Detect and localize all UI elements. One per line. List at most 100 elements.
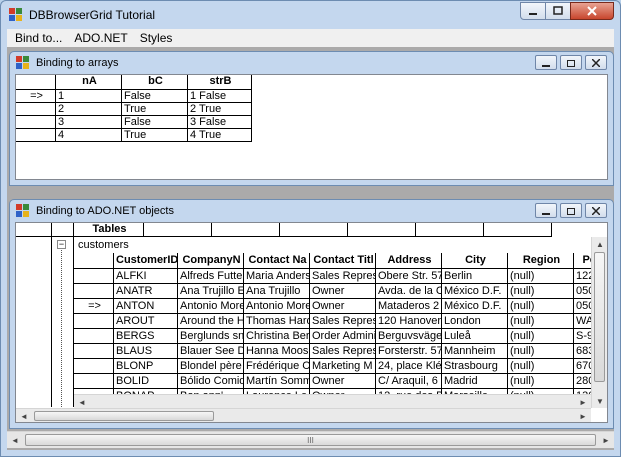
customers-cell[interactable]: BERGS [114, 329, 178, 344]
maximize-button[interactable] [545, 2, 571, 20]
ado-grid[interactable]: Tables − customers CustomerID CompanyN Con… [15, 222, 608, 423]
ado-restore-button[interactable] [560, 203, 582, 218]
customers-col-header[interactable]: Address [376, 253, 442, 269]
customers-cell[interactable]: London [442, 314, 508, 329]
ado-close-button[interactable] [585, 203, 607, 218]
customers-cell[interactable]: Obere Str. 57 [376, 269, 442, 284]
customers-cell[interactable]: Hanna Moos [244, 344, 310, 359]
customers-cell[interactable]: Blondel père [178, 359, 244, 374]
customers-cell[interactable]: Owner [310, 284, 376, 299]
customers-cell[interactable]: Blauer See D [178, 344, 244, 359]
arrays-cell[interactable]: 4 [56, 129, 122, 142]
customers-cell[interactable]: México D.F. [442, 299, 508, 314]
customers-cell[interactable]: ALFKI [114, 269, 178, 284]
mdi-scroll-thumb[interactable]: III [25, 434, 596, 446]
customers-cell[interactable]: AROUT [114, 314, 178, 329]
arrays-cell[interactable]: False [122, 116, 188, 129]
mdi-horizontal-scrollbar[interactable]: ◄ III ► [7, 431, 614, 448]
customers-cell[interactable]: (null) [508, 359, 574, 374]
menu-ado-net[interactable]: ADO.NET [68, 31, 133, 45]
customers-cell[interactable]: Bólido Comid [178, 374, 244, 389]
ado-tables-header[interactable]: Tables [74, 223, 144, 237]
customers-cell[interactable]: Berguvsväge [376, 329, 442, 344]
customers-cell[interactable]: Maria Anders [244, 269, 310, 284]
ado-inner-horizontal-scrollbar[interactable]: ◄ ► [74, 394, 591, 408]
customers-cell[interactable]: Mataderos 2 [376, 299, 442, 314]
customers-row-selector[interactable] [74, 329, 114, 344]
customers-cell[interactable]: Sales Repres [310, 344, 376, 359]
customers-cell[interactable]: Antonio More [244, 299, 310, 314]
customers-cell[interactable]: Alfreds Futter [178, 269, 244, 284]
customers-cell[interactable]: ANATR [114, 284, 178, 299]
customers-row-selector[interactable] [74, 344, 114, 359]
main-titlebar[interactable]: DBBrowserGrid Tutorial [1, 1, 620, 29]
customers-cell[interactable]: (null) [508, 284, 574, 299]
customers-cell[interactable]: BLAUS [114, 344, 178, 359]
vertical-scroll-thumb[interactable] [594, 252, 605, 382]
arrays-cell[interactable]: True [122, 103, 188, 116]
ado-vertical-scrollbar[interactable]: ▲ ▼ [591, 237, 607, 408]
scroll-right-icon[interactable]: ► [575, 395, 591, 409]
customers-cell[interactable]: Mannheim [442, 344, 508, 359]
customers-col-header[interactable]: Region [508, 253, 574, 269]
arrays-cell[interactable]: 1 [56, 90, 122, 103]
arrays-cell[interactable]: 3 False [188, 116, 252, 129]
arrays-col-header-bC[interactable]: bC [122, 75, 188, 90]
arrays-restore-button[interactable] [560, 55, 582, 70]
scroll-right-icon[interactable]: ► [575, 409, 591, 422]
close-button[interactable] [570, 2, 614, 20]
customers-row-selector[interactable] [74, 284, 114, 299]
arrays-col-header-strB[interactable]: strB [188, 75, 252, 90]
customers-cell[interactable]: Frédérique Ci [244, 359, 310, 374]
arrays-cell[interactable]: 2 [56, 103, 122, 116]
customers-cell[interactable]: Martín Somm [244, 374, 310, 389]
customers-cell[interactable]: Sales Repres [310, 269, 376, 284]
customers-cell[interactable]: Berglunds sn [178, 329, 244, 344]
arrays-minimize-button[interactable] [535, 55, 557, 70]
customers-col-header[interactable]: CompanyN [178, 253, 244, 269]
customers-cell[interactable]: 120 Hanover [376, 314, 442, 329]
scroll-up-icon[interactable]: ▲ [592, 237, 607, 251]
customers-cell[interactable]: Ana Trujillo E [178, 284, 244, 299]
customers-cell[interactable]: Forsterstr. 57 [376, 344, 442, 359]
customers-cell[interactable]: BLONP [114, 359, 178, 374]
customers-table[interactable]: CustomerID CompanyN Contact Na Contact Titl… [74, 253, 594, 409]
customers-col-header[interactable]: City [442, 253, 508, 269]
ado-titlebar[interactable]: Binding to ADO.NET objects [10, 200, 613, 222]
customers-cell[interactable]: (null) [508, 329, 574, 344]
arrays-cell[interactable]: 3 [56, 116, 122, 129]
customers-cell[interactable]: C/ Araquil, 6 [376, 374, 442, 389]
customers-cell[interactable]: (null) [508, 269, 574, 284]
scroll-right-icon[interactable]: ► [598, 432, 614, 448]
arrays-cell[interactable]: True [122, 129, 188, 142]
collapse-icon[interactable]: − [57, 240, 66, 249]
menu-bind-to[interactable]: Bind to... [9, 31, 68, 45]
horizontal-scroll-thumb[interactable] [34, 411, 214, 421]
menu-styles[interactable]: Styles [134, 31, 179, 45]
customers-cell[interactable]: Avda. de la C [376, 284, 442, 299]
scroll-down-icon[interactable]: ▼ [592, 394, 607, 408]
customers-row-selector[interactable] [74, 314, 114, 329]
customers-row-selector[interactable] [74, 269, 114, 284]
customers-cell[interactable]: Order Admini [310, 329, 376, 344]
arrays-cell[interactable]: 2 True [188, 103, 252, 116]
ado-horizontal-scrollbar[interactable]: ◄ ► [16, 408, 591, 422]
arrays-row-selector[interactable] [16, 129, 56, 142]
scroll-left-icon[interactable]: ◄ [74, 395, 90, 409]
customers-cell[interactable]: (null) [508, 374, 574, 389]
ado-minimize-button[interactable] [535, 203, 557, 218]
ado-table-name[interactable]: customers [78, 239, 129, 251]
customers-row-selector[interactable] [74, 374, 114, 389]
customers-cell[interactable]: BOLID [114, 374, 178, 389]
arrays-col-header-nA[interactable]: nA [56, 75, 122, 90]
customers-cell[interactable]: Antonio More [178, 299, 244, 314]
arrays-cell[interactable]: 1 False [188, 90, 252, 103]
minimize-button[interactable] [520, 2, 546, 20]
customers-cell[interactable]: Owner [310, 374, 376, 389]
customers-cell[interactable]: Luleå [442, 329, 508, 344]
customers-cell[interactable]: (null) [508, 314, 574, 329]
customers-col-header[interactable]: CustomerID [114, 253, 178, 269]
customers-cell[interactable]: Ana Trujillo [244, 284, 310, 299]
customers-cell[interactable]: Strasbourg [442, 359, 508, 374]
scroll-left-icon[interactable]: ◄ [7, 432, 23, 448]
